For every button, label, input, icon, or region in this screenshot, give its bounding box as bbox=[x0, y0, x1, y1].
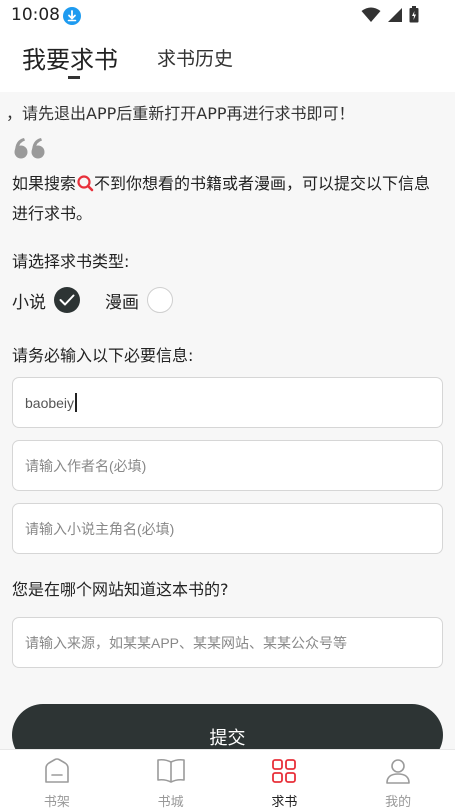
quote-icon bbox=[14, 136, 46, 164]
bookshelf-icon bbox=[43, 758, 71, 788]
notice-text: ，请先退出APP后重新打开APP再进行求书即可！ bbox=[6, 104, 355, 123]
type-section-label: 请选择求书类型: bbox=[12, 252, 130, 271]
status-bar: 10:08 bbox=[0, 0, 455, 30]
source-placeholder: 请输入来源，如某某APP、某某网站、某某公众号等 bbox=[25, 634, 348, 651]
active-tab-indicator bbox=[68, 76, 80, 79]
search-icon bbox=[76, 173, 94, 200]
tab-request-history[interactable]: 求书历史 bbox=[157, 44, 233, 71]
source-input[interactable]: 请输入来源，如某某APP、某某网站、某某公众号等 bbox=[12, 617, 443, 668]
battery-icon bbox=[409, 6, 419, 27]
bottom-nav: 书架 书城 求书 我的 bbox=[0, 749, 455, 809]
radio-label-comic: 漫画 bbox=[105, 292, 139, 313]
status-time: 10:08 bbox=[11, 5, 60, 25]
header-tabs: 我要求书 求书历史 bbox=[0, 30, 455, 92]
book-name-input[interactable]: baobeiy bbox=[12, 377, 443, 428]
intro-text: 如果搜索 不到你想看的书籍或者漫画，可以提交以下信息进行求书。 bbox=[12, 170, 442, 227]
nav-label-bookstore: 书城 bbox=[157, 795, 184, 809]
request-book-screen: 10:08 我要求书 求书历史 ，请先退出APP后重新打开APP再进行求书即可！… bbox=[0, 0, 455, 809]
book-icon bbox=[156, 758, 186, 788]
check-icon bbox=[59, 294, 75, 306]
protagonist-placeholder: 请输入小说主角名(必填) bbox=[25, 520, 175, 537]
nav-item-bookshelf[interactable]: 书架 bbox=[0, 750, 114, 809]
wifi-icon bbox=[361, 7, 381, 27]
intro-part1: 如果搜索 bbox=[12, 174, 77, 193]
signal-icon bbox=[387, 7, 403, 27]
source-section-label: 您是在哪个网站知道这本书的? bbox=[12, 580, 229, 599]
nav-item-profile[interactable]: 我的 bbox=[341, 750, 455, 809]
status-icons bbox=[361, 6, 419, 27]
type-radio-group: 小说 漫画 bbox=[12, 287, 173, 313]
book-name-value: baobeiy bbox=[25, 394, 75, 411]
download-icon bbox=[63, 7, 81, 25]
radio-comic[interactable] bbox=[147, 287, 173, 313]
user-icon bbox=[384, 758, 412, 788]
required-section-label: 请务必输入以下必要信息: bbox=[12, 346, 194, 365]
radio-novel[interactable] bbox=[54, 287, 80, 313]
tab-request-book[interactable]: 我要求书 bbox=[22, 40, 118, 75]
author-name-input[interactable]: 请输入作者名(必填) bbox=[12, 440, 443, 491]
nav-item-request-book[interactable]: 求书 bbox=[228, 750, 342, 809]
text-caret bbox=[75, 393, 78, 412]
grid-icon bbox=[271, 758, 297, 788]
nav-label-bookshelf: 书架 bbox=[43, 795, 70, 809]
author-placeholder: 请输入作者名(必填) bbox=[25, 457, 147, 474]
nav-item-bookstore[interactable]: 书城 bbox=[114, 750, 228, 809]
nav-label-request-book: 求书 bbox=[271, 795, 298, 809]
nav-label-profile: 我的 bbox=[385, 795, 412, 809]
protagonist-name-input[interactable]: 请输入小说主角名(必填) bbox=[12, 503, 443, 554]
radio-label-novel: 小说 bbox=[12, 292, 46, 313]
